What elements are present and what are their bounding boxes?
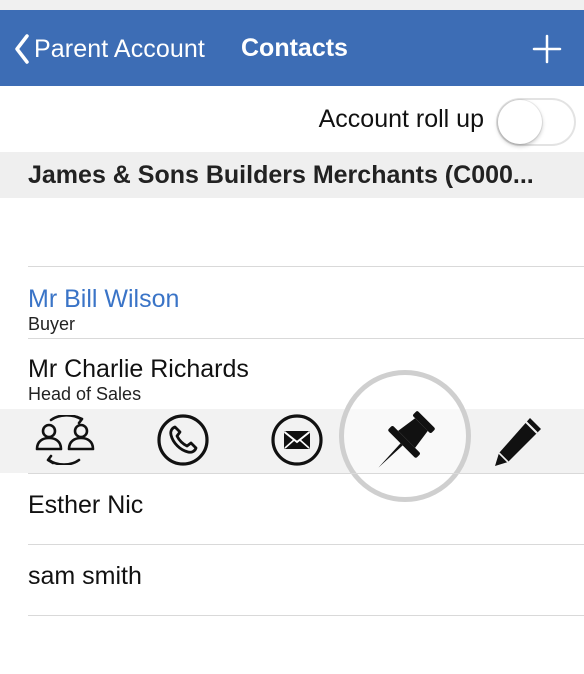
edit-button[interactable] xyxy=(484,415,548,471)
call-button[interactable] xyxy=(154,413,212,471)
chevron-left-icon xyxy=(14,34,30,64)
email-button[interactable] xyxy=(268,413,326,471)
pin-contact-button[interactable] xyxy=(366,410,446,481)
pin-icon xyxy=(366,410,446,481)
contact-item-bill-wilson[interactable]: Mr Bill Wilson Buyer xyxy=(28,284,179,334)
phone-icon xyxy=(155,412,211,473)
switch-contact-button[interactable] xyxy=(28,413,102,470)
account-section-header: James & Sons Builders Merchants (C000... xyxy=(0,152,584,198)
list-divider xyxy=(28,266,584,267)
contact-action-bar xyxy=(0,409,584,473)
contact-name: sam smith xyxy=(28,562,142,590)
switch-contact-icon xyxy=(29,413,101,470)
add-contact-button[interactable] xyxy=(532,34,562,64)
plus-icon xyxy=(532,34,562,68)
account-rollup-row: Account roll up xyxy=(0,86,584,152)
list-divider xyxy=(28,338,584,339)
account-rollup-label: Account roll up xyxy=(318,105,484,133)
account-rollup-toggle[interactable] xyxy=(496,98,576,146)
contact-name: Mr Charlie Richards xyxy=(28,355,249,383)
contact-role: Buyer xyxy=(28,314,76,334)
contact-name: Mr Bill Wilson xyxy=(28,285,180,313)
list-divider xyxy=(28,615,584,616)
list-divider xyxy=(28,473,584,474)
contact-item-sam-smith[interactable]: sam smith xyxy=(28,561,142,591)
navigation-bar: Parent Account Contacts xyxy=(0,10,584,86)
contacts-screen: Parent Account Contacts Account roll up … xyxy=(0,0,584,674)
status-strip xyxy=(0,0,584,10)
contact-name: Esther Nic xyxy=(28,491,144,519)
edit-icon xyxy=(486,413,546,474)
list-divider xyxy=(28,544,584,545)
toggle-knob xyxy=(498,100,542,144)
email-icon xyxy=(269,412,325,473)
contact-item-charlie-richards[interactable]: Mr Charlie Richards Head of Sales xyxy=(28,354,249,404)
page-title: Contacts xyxy=(241,34,348,62)
back-button[interactable]: Parent Account xyxy=(14,32,205,66)
contact-item-esther-nic[interactable]: Esther Nic xyxy=(28,490,143,520)
contact-role: Head of Sales xyxy=(28,384,142,404)
back-label: Parent Account xyxy=(34,34,205,63)
account-name: James & Sons Builders Merchants (C000... xyxy=(28,161,534,189)
